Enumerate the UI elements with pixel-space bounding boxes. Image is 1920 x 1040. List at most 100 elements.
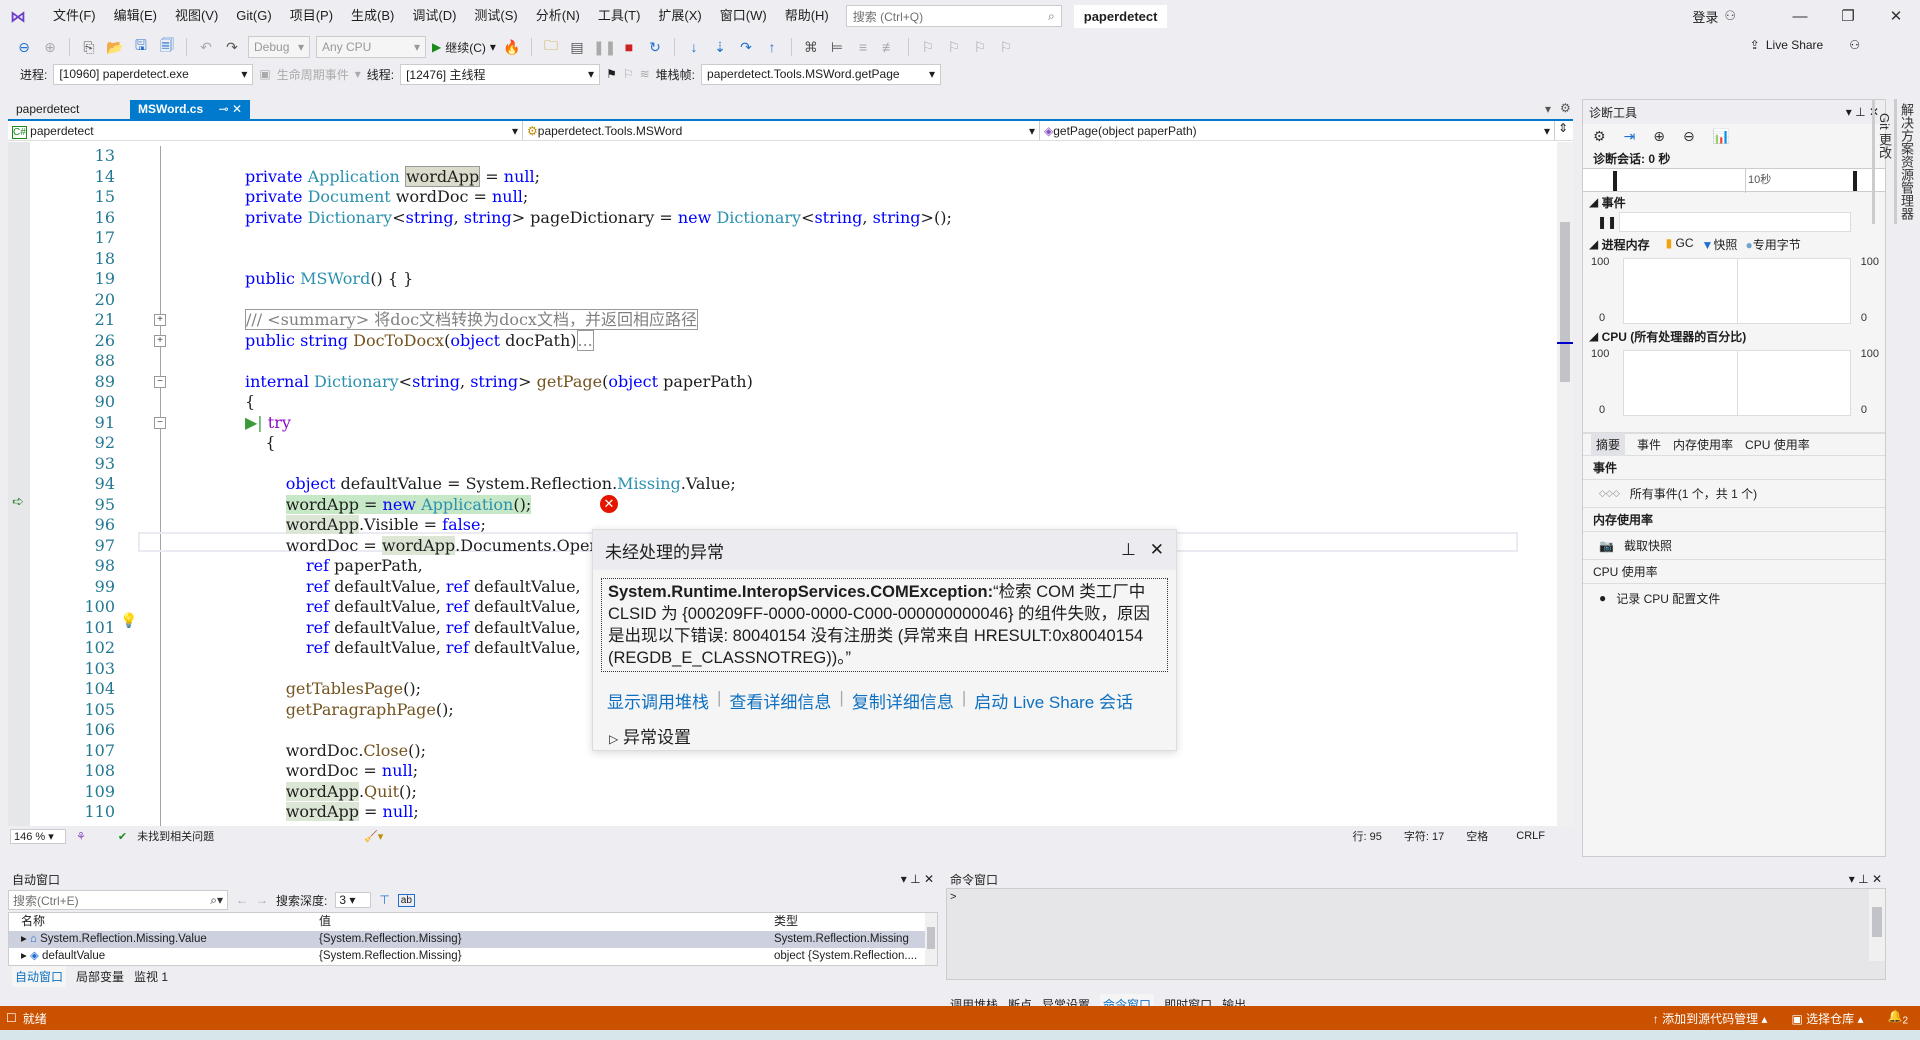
tab-paperdetect[interactable]: paperdetect: [8, 100, 130, 120]
lifecycle-events-button[interactable]: 生命周期事件: [277, 66, 349, 83]
chevron-down-icon[interactable]: ▾: [1849, 872, 1855, 886]
redo-icon[interactable]: ↷: [222, 39, 242, 56]
new-project-icon[interactable]: ⎘: [79, 39, 99, 56]
cmd-scrollbar[interactable]: [1869, 889, 1885, 961]
menu-item[interactable]: 测试(S): [465, 0, 526, 32]
timeline-start-marker[interactable]: [1613, 171, 1617, 191]
code-line[interactable]: 95 wordApp = new Application();: [30, 494, 1530, 516]
show-call-stack-link[interactable]: 显示调用堆栈: [607, 688, 709, 713]
feedback-icon[interactable]: ⚇: [1849, 38, 1860, 52]
tab-locals[interactable]: 局部变量: [76, 968, 124, 985]
find-file-icon[interactable]: 🗀: [541, 35, 561, 59]
issues-status[interactable]: 未找到相关问题: [137, 828, 214, 844]
login-button[interactable]: 登录 ⚇: [1692, 7, 1736, 26]
code-line[interactable]: 88: [30, 351, 1530, 372]
view-as-text-icon[interactable]: ab: [397, 893, 415, 907]
code-line[interactable]: 90 {: [30, 392, 1530, 413]
expand-region-icon[interactable]: +: [154, 314, 166, 326]
chevron-down-icon[interactable]: ▾: [1846, 105, 1852, 119]
menu-item[interactable]: 项目(P): [281, 0, 342, 32]
configuration-dropdown[interactable]: Debug ▾: [248, 36, 310, 58]
code-line[interactable]: 92 {: [30, 433, 1530, 454]
pin-icon[interactable]: ⊥: [910, 872, 920, 886]
code-line[interactable]: 91 ▶| try: [30, 413, 1530, 434]
error-badge-icon[interactable]: ✕: [600, 495, 618, 513]
thread-dropdown[interactable]: [12476] 主线程 ▾: [400, 63, 601, 85]
table-row[interactable]: ▸ ⌂ System.Reflection.Missing.Value {Sys…: [9, 931, 937, 948]
add-source-control-button[interactable]: ↑ 添加到源代码管理 ▴: [1653, 1010, 1768, 1027]
code-line[interactable]: 108 wordDoc = null;: [30, 761, 1530, 782]
expand-icon[interactable]: ▸: [21, 933, 27, 945]
code-line[interactable]: 93: [30, 454, 1530, 475]
undo-icon[interactable]: ↶: [196, 39, 216, 56]
code-line[interactable]: 16 private Dictionary<string, string> pag…: [30, 208, 1530, 229]
menu-item[interactable]: 编辑(E): [105, 0, 166, 32]
settings-gear-icon[interactable]: ⚙: [1593, 128, 1606, 145]
pause-icon[interactable]: ❚❚: [1597, 215, 1617, 229]
search-input[interactable]: 搜索 (Ctrl+Q) ⌕: [845, 5, 1062, 27]
column-header-type[interactable]: 类型: [774, 913, 924, 931]
code-line[interactable]: 21 /// <summary> 将doc文档转换为docx文档，并返回相应路径: [30, 309, 1530, 331]
tab-memory-usage[interactable]: 内存使用率: [1673, 436, 1733, 453]
uncomment-icon[interactable]: ≢: [879, 39, 899, 55]
autos-search-input[interactable]: 搜索(Ctrl+E) ⌕▾: [8, 890, 228, 910]
variable-value[interactable]: {System.Reflection.Missing}: [319, 948, 774, 965]
pin-icon[interactable]: ⊥: [1121, 540, 1136, 559]
code-line[interactable]: 26 public string DocToDocx(object docPath…: [30, 329, 1530, 352]
chevron-down-icon[interactable]: ▾: [901, 872, 907, 886]
code-line[interactable]: 18: [30, 249, 1530, 270]
tab-msword-cs[interactable]: MSWord.cs ⊸ ✕: [130, 100, 250, 120]
code-line[interactable]: 14 private Application wordApp = null;: [30, 165, 1530, 188]
type-dropdown[interactable]: ⚙paperdetect.Tools.MSWord ▾: [523, 121, 1040, 140]
chart-icon[interactable]: 📊: [1713, 128, 1730, 145]
step-into-icon[interactable]: ⇣: [710, 39, 730, 56]
menu-item[interactable]: 生成(B): [342, 0, 403, 32]
tab-overflow-icon[interactable]: ▾: [1545, 102, 1551, 116]
code-line[interactable]: 20: [30, 290, 1530, 311]
pause-icon[interactable]: ❚❚: [593, 39, 616, 56]
exception-settings-toggle[interactable]: ▷ 异常设置: [609, 723, 1176, 748]
code-line[interactable]: 13: [30, 146, 1530, 167]
expand-icon[interactable]: ▸: [21, 950, 27, 962]
split-editor-icon[interactable]: ⇕: [1555, 121, 1571, 140]
menu-item[interactable]: 分析(N): [527, 0, 589, 32]
menu-item[interactable]: Git(G): [227, 0, 280, 32]
close-tab-icon[interactable]: ✕: [232, 102, 242, 116]
close-icon[interactable]: ✕: [1872, 872, 1882, 886]
code-line[interactable]: 17: [30, 228, 1530, 249]
solution-explorer-tab[interactable]: 解决方案资源管理器: [1894, 99, 1916, 224]
member-dropdown[interactable]: ◈getPage(object paperPath) ▾: [1040, 121, 1555, 140]
all-events-link[interactable]: ◇◇◇ 所有事件(1 个，共 1 个): [1583, 480, 1885, 508]
zoom-in-icon[interactable]: ⊕: [1653, 128, 1665, 145]
close-window-button[interactable]: ✕: [1872, 7, 1920, 25]
clear-bookmarks-icon[interactable]: ⚐: [996, 39, 1016, 56]
project-dropdown[interactable]: C# paperdetect ▾: [8, 121, 523, 140]
pin-source-icon[interactable]: ⊤: [379, 893, 389, 907]
back-arrow-icon[interactable]: ←: [236, 893, 248, 907]
menu-item[interactable]: 调试(D): [403, 0, 465, 32]
git-changes-tab[interactable]: Git 更改: [1872, 99, 1894, 224]
variable-value[interactable]: {System.Reflection.Missing}: [319, 931, 774, 948]
step-out-icon[interactable]: ↑: [762, 39, 782, 55]
close-icon[interactable]: ✕: [924, 872, 934, 886]
indent-indicator[interactable]: 空格: [1466, 828, 1488, 844]
column-header-value[interactable]: 值: [319, 913, 774, 931]
flag-threads-icon[interactable]: ⚐: [623, 67, 634, 81]
record-cpu-button[interactable]: ● 记录 CPU 配置文件: [1583, 584, 1885, 612]
hot-reload-icon[interactable]: 🔥: [502, 39, 522, 56]
code-line[interactable]: 19 public MSWord() { }: [30, 269, 1530, 290]
window-layout-icon[interactable]: ▤: [567, 39, 587, 56]
stop-icon[interactable]: ■: [619, 39, 639, 55]
pin-icon[interactable]: ⊥: [1858, 872, 1868, 886]
platform-dropdown[interactable]: Any CPU ▾: [316, 36, 426, 58]
step-over-icon[interactable]: ↷: [736, 39, 756, 56]
scroll-thumb[interactable]: [1872, 907, 1882, 937]
zoom-dropdown[interactable]: 146 % ▾: [10, 828, 66, 844]
start-live-share-link[interactable]: 启动 Live Share 会话: [974, 688, 1133, 713]
memory-section-header[interactable]: ◢ 进程内存 ▮ GC ▼快照 ●专用字节: [1583, 234, 1885, 254]
flag-icon[interactable]: ⚑: [606, 67, 617, 81]
ai-icon[interactable]: ⚘: [76, 830, 86, 843]
menu-item[interactable]: 窗口(W): [711, 0, 776, 32]
search-depth-dropdown[interactable]: 3 ▾: [335, 892, 372, 908]
collapse-region-icon[interactable]: −: [154, 416, 166, 429]
